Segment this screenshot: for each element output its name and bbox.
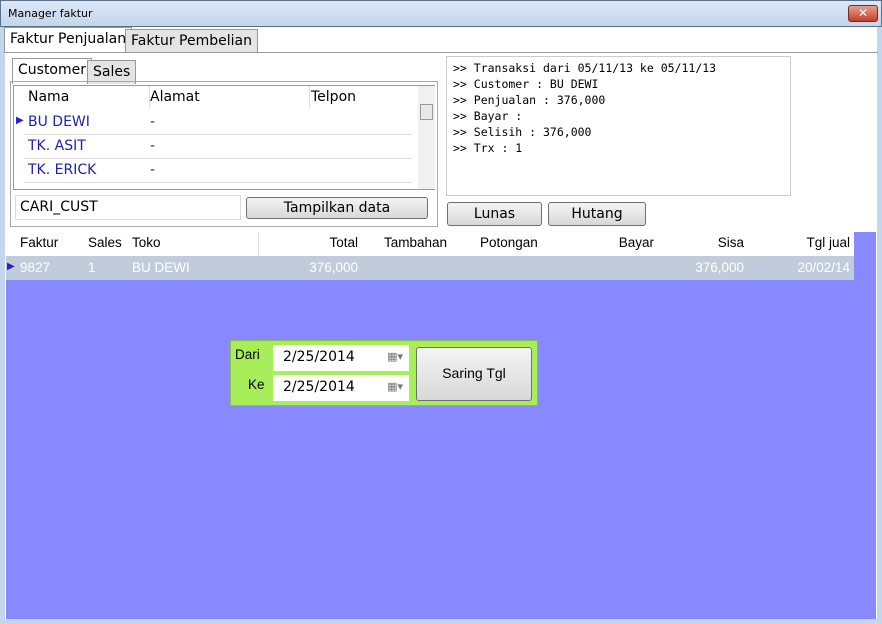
dari-date-value: 2/25/2014 (283, 349, 355, 365)
cell-alamat: - (150, 138, 156, 154)
faktur-grid-header: Faktur Sales Toko Total Tambahan Potonga… (6, 232, 854, 256)
calendar-dropdown-icon[interactable]: ▦▾ (387, 380, 403, 393)
cell-alamat: - (150, 114, 156, 130)
column-header-telpon[interactable]: Telpon (307, 86, 412, 108)
calendar-dropdown-icon[interactable]: ▦▾ (387, 350, 403, 363)
info-line: >> Bayar : (453, 109, 523, 123)
table-row[interactable]: TK. ASIT - (24, 135, 412, 159)
cell-sisa: 376,000 (695, 260, 744, 275)
scrollbar-thumb[interactable] (420, 104, 433, 120)
column-header-faktur[interactable]: Faktur (18, 232, 60, 256)
column-header-sales[interactable]: Sales (86, 232, 124, 256)
ke-date-picker[interactable]: 2/25/2014 ▦▾ (273, 375, 409, 401)
column-header-potongan[interactable]: Potongan (478, 232, 540, 256)
dari-date-picker[interactable]: 2/25/2014 ▦▾ (273, 345, 409, 371)
tampilkan-data-button[interactable]: Tampilkan data (246, 197, 428, 219)
cell-toko: BU DEWI (132, 260, 190, 275)
info-line: >> Penjualan : 376,000 (453, 93, 606, 107)
column-header-total[interactable]: Total (258, 232, 360, 256)
hutang-button[interactable]: Hutang (548, 202, 646, 226)
column-header-alamat[interactable]: Alamat (146, 86, 310, 108)
row-indicator-icon: ▶ (16, 115, 24, 126)
info-line: >> Customer : BU DEWI (453, 77, 599, 91)
column-header-tambahan[interactable]: Tambahan (382, 232, 449, 256)
window-title: Manager faktur (8, 7, 93, 20)
dari-label: Dari (235, 347, 260, 362)
cell-nama: TK. ASIT (28, 138, 86, 154)
cell-sales: 1 (88, 260, 96, 275)
cell-faktur: 9827 (20, 260, 51, 275)
close-button[interactable]: ✕ (848, 5, 878, 22)
ke-label: Ke (248, 377, 265, 392)
info-textarea[interactable]: >> Transaksi dari 05/11/13 ke 05/11/13 >… (446, 56, 791, 196)
divider (4, 52, 878, 53)
column-header-toko[interactable]: Toko (130, 232, 163, 256)
column-header-tgl-jual[interactable]: Tgl jual (766, 232, 852, 256)
faktur-panel: Faktur Sales Toko Total Tambahan Potonga… (6, 232, 876, 619)
lunas-button[interactable]: Lunas (447, 202, 542, 226)
column-header-bayar[interactable]: Bayar (566, 232, 656, 256)
cell-tgl-jual: 20/02/14 (797, 260, 850, 275)
title-bar: Manager faktur (0, 0, 882, 27)
table-row[interactable]: TK. ERICK - (24, 159, 412, 183)
saring-tgl-button[interactable]: Saring Tgl (416, 347, 532, 401)
cell-total: 376,000 (309, 260, 358, 275)
ke-date-value: 2/25/2014 (283, 379, 355, 395)
info-line: >> Selisih : 376,000 (453, 125, 592, 139)
scrollbar[interactable] (418, 86, 435, 189)
row-indicator-icon: ▶ (7, 261, 15, 272)
cell-alamat: - (150, 162, 156, 178)
column-header-sisa[interactable]: Sisa (666, 232, 746, 256)
search-input[interactable]: CARI_CUST (15, 195, 241, 220)
cell-nama: TK. ERICK (28, 162, 97, 178)
table-row[interactable]: ▶ 9827 1 BU DEWI 376,000 376,000 20/02/1… (6, 256, 854, 280)
table-row[interactable]: BU DEWI - (24, 111, 412, 135)
customer-grid[interactable]: Nama Alamat Telpon ▶ BU DEWI - TK. ASIT - … (13, 85, 435, 190)
cell-nama: BU DEWI (28, 114, 90, 130)
tab-faktur-pembelian[interactable]: Faktur Pembelian (125, 29, 258, 53)
column-header-nama[interactable]: Nama (24, 86, 150, 108)
tab-faktur-penjualan[interactable]: Faktur Penjualan (4, 27, 133, 53)
date-filter-panel: Dari Ke 2/25/2014 ▦▾ 2/25/2014 ▦▾ Saring T… (230, 340, 538, 406)
info-line: >> Trx : 1 (453, 141, 523, 155)
info-line: >> Transaksi dari 05/11/13 ke 05/11/13 (453, 61, 717, 75)
